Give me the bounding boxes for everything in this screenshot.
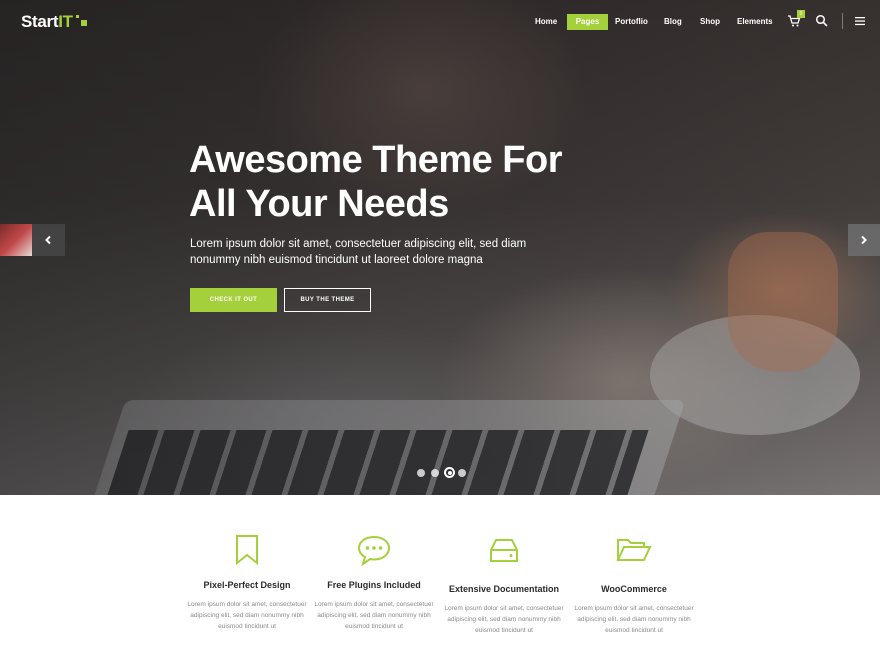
hamburger-menu-icon[interactable] [854, 15, 866, 27]
feature-documentation: Extensive Documentation Lorem ipsum dolo… [439, 534, 569, 636]
logo-mark-small-icon [76, 15, 79, 18]
slide-dot-2[interactable] [431, 469, 439, 477]
hero-subtext: Lorem ipsum dolor sit amet, consectetuer… [190, 238, 527, 266]
nav-divider [842, 13, 843, 29]
feature-pixel-perfect: Pixel-Perfect Design Lorem ipsum dolor s… [182, 534, 312, 632]
nav-item-pages[interactable]: Pages [567, 14, 608, 30]
cart-count-badge: 0 [797, 10, 805, 18]
feature-description: Lorem ipsum dolor sit amet, consectetuer… [444, 605, 564, 634]
feature-description: Lorem ipsum dolor sit amet, consectetuer… [574, 605, 694, 634]
feature-title: Extensive Documentation [448, 584, 560, 594]
hero-headline: Awesome Theme For All Your Needs [189, 138, 649, 226]
site-logo[interactable]: StartIT [21, 12, 73, 32]
logo-text: StartIT [21, 12, 73, 31]
chat-bubble-icon [357, 535, 391, 566]
slide-dot-4[interactable] [458, 469, 466, 477]
hero-slider: StartIT Home Pages Portoflio Blog Shop E… [0, 0, 880, 495]
feature-title: WooCommerce [601, 584, 667, 594]
feature-title: Pixel-Perfect Design [203, 580, 291, 590]
feature-title: Free Plugins Included [327, 580, 421, 590]
nav-item-shop[interactable]: Shop [694, 14, 726, 30]
nav-item-blog[interactable]: Blog [658, 14, 688, 30]
buy-the-theme-button[interactable]: BUY THE THEME [284, 288, 371, 312]
feature-description: Lorem ipsum dolor sit amet, consectetuer… [187, 601, 307, 630]
chevron-right-icon [861, 235, 867, 245]
nav-item-elements[interactable]: Elements [731, 14, 779, 30]
nav-item-portfolio[interactable]: Portoflio [609, 14, 654, 30]
top-navigation: StartIT Home Pages Portoflio Blog Shop E… [0, 0, 880, 44]
slide-dot-1[interactable] [417, 469, 425, 477]
hard-drive-icon [490, 539, 518, 562]
chevron-left-icon [45, 235, 51, 245]
previous-slide-thumbnail[interactable] [0, 224, 32, 256]
bookmark-icon [236, 535, 258, 566]
previous-slide-button[interactable] [32, 224, 65, 256]
logo-mark-icon [81, 20, 87, 26]
feature-free-plugins: Free Plugins Included Lorem ipsum dolor … [309, 534, 439, 632]
logo-text-accent: IT [58, 12, 73, 31]
logo-text-main: Start [21, 12, 59, 31]
hero-headline-line1: Awesome Theme For [189, 139, 563, 181]
search-icon[interactable] [815, 14, 829, 28]
folder-open-icon [616, 539, 652, 561]
feature-woocommerce: WooCommerce Lorem ipsum dolor sit amet, … [569, 534, 699, 636]
hero-headline-line2: All Your Needs [189, 183, 449, 225]
check-it-out-button[interactable]: CHECK IT OUT [190, 288, 277, 312]
feature-description: Lorem ipsum dolor sit amet, consectetuer… [314, 601, 434, 630]
next-slide-button[interactable] [848, 224, 880, 256]
nav-item-home[interactable]: Home [529, 14, 563, 30]
slide-dot-3-active[interactable] [444, 467, 455, 478]
